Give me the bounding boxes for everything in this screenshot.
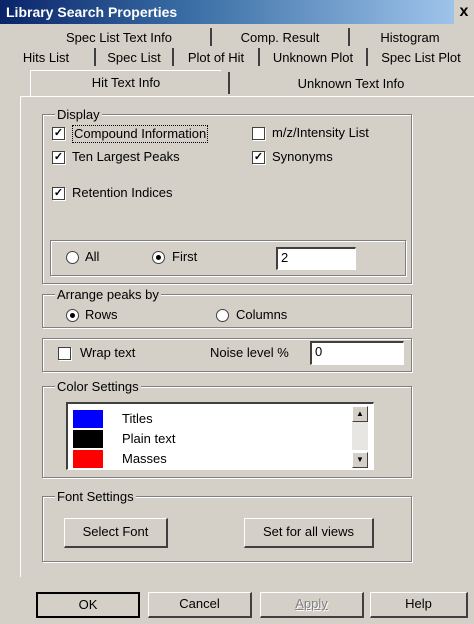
tab-divider	[172, 48, 174, 66]
color-item-masses[interactable]: Masses	[122, 451, 167, 467]
tab-unknown-text-info[interactable]: Unknown Text Info	[236, 72, 466, 96]
synonyms-checkbox[interactable]: ✓	[252, 151, 265, 164]
noise-level-label: Noise level %	[210, 345, 289, 360]
wrap-text-checkbox[interactable]	[58, 347, 71, 360]
tab-divider	[348, 28, 350, 46]
color-item-titles[interactable]: Titles	[122, 411, 153, 427]
tab-divider	[366, 48, 368, 66]
color-settings-label: Color Settings	[55, 379, 141, 394]
noise-level-input[interactable]: 0	[310, 341, 404, 365]
ten-largest-peaks-label: Ten Largest Peaks	[72, 149, 180, 164]
help-button[interactable]: Help	[370, 592, 468, 618]
columns-radio[interactable]	[216, 309, 229, 322]
set-for-all-views-button[interactable]: Set for all views	[244, 518, 374, 548]
masses-color-swatch	[73, 450, 103, 468]
columns-radio-label: Columns	[236, 307, 288, 322]
compound-information-label: Compound Information	[72, 125, 209, 143]
tab-hits-list[interactable]: Hits List	[0, 48, 92, 68]
tab-comp-result[interactable]: Comp. Result	[225, 28, 335, 48]
compound-information-checkbox[interactable]: ✓	[52, 127, 65, 140]
titles-color-swatch	[73, 410, 103, 428]
retention-indices-label: Retention Indices	[72, 185, 173, 200]
color-item-plain-text[interactable]: Plain text	[122, 431, 175, 447]
ten-largest-peaks-checkbox[interactable]: ✓	[52, 151, 65, 164]
tab-divider	[228, 72, 230, 94]
ok-button[interactable]: OK	[36, 592, 140, 618]
first-radio-label: First	[172, 249, 198, 264]
apply-button[interactable]: Apply	[260, 592, 364, 618]
all-radio[interactable]	[66, 251, 79, 264]
tab-plot-of-hit[interactable]: Plot of Hit	[176, 48, 256, 68]
tab-histogram[interactable]: Histogram	[365, 28, 455, 48]
mz-intensity-list-checkbox[interactable]	[252, 127, 265, 140]
all-radio-label: All	[85, 249, 100, 264]
select-font-button[interactable]: Select Font	[64, 518, 168, 548]
tab-hit-text-info[interactable]: Hit Text Info	[30, 70, 221, 97]
first-count-input[interactable]: 2	[276, 247, 356, 270]
color-list[interactable]: Titles Plain text Masses ▲ ▼	[66, 402, 374, 470]
radio-selected-dot	[70, 313, 75, 318]
plain-text-color-swatch	[73, 430, 103, 448]
scroll-down-button[interactable]: ▼	[352, 452, 368, 468]
scroll-up-button[interactable]: ▲	[352, 406, 368, 422]
rows-radio[interactable]	[66, 309, 79, 322]
title-bar: Library Search Properties x	[0, 0, 474, 24]
tab-spec-list-text-info[interactable]: Spec List Text Info	[44, 28, 194, 48]
scrollbar-track[interactable]	[352, 422, 368, 450]
synonyms-label: Synonyms	[272, 149, 333, 164]
display-group-label: Display	[55, 107, 102, 122]
mz-intensity-list-label: m/z/Intensity List	[272, 125, 369, 140]
first-radio[interactable]	[152, 251, 165, 264]
font-settings-label: Font Settings	[55, 489, 136, 504]
arrange-peaks-label: Arrange peaks by	[55, 287, 161, 302]
tab-divider	[94, 48, 96, 66]
tab-divider	[210, 28, 212, 46]
close-button[interactable]: x	[454, 0, 474, 24]
retention-indices-checkbox[interactable]: ✓	[52, 187, 65, 200]
window-title: Library Search Properties	[6, 4, 178, 20]
cancel-button[interactable]: Cancel	[148, 592, 252, 618]
tab-spec-list-plot[interactable]: Spec List Plot	[370, 48, 472, 68]
tab-unknown-plot[interactable]: Unknown Plot	[262, 48, 364, 68]
rows-radio-label: Rows	[85, 307, 118, 322]
tab-divider	[258, 48, 260, 66]
radio-selected-dot	[156, 255, 161, 260]
wrap-text-label: Wrap text	[80, 345, 136, 360]
tab-spec-list[interactable]: Spec List	[98, 48, 170, 68]
